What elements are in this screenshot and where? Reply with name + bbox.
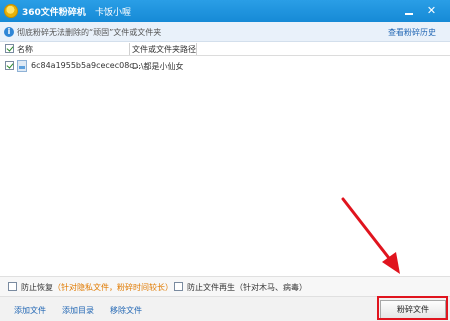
title-bar: 360文件粉碎机 卡饭小喔 ✕ (0, 0, 450, 22)
column-header-path[interactable]: 文件或文件夹路径 (132, 44, 196, 55)
add-file-link[interactable]: 添加文件 (14, 305, 46, 316)
prevent-restore-checkbox[interactable] (8, 282, 17, 291)
prevent-restore-text: 防止恢复 (21, 283, 53, 292)
info-text: 彻底粉碎无法删除的“顽固”文件或文件夹 (17, 28, 162, 37)
prevent-restore-label[interactable]: 防止恢复（针对隐私文件，粉碎时间较长） (21, 282, 173, 293)
add-directory-link[interactable]: 添加目录 (62, 305, 94, 316)
file-icon (17, 60, 27, 72)
window-title: 360文件粉碎机 卡饭小喔 (22, 5, 131, 18)
remove-file-link[interactable]: 移除文件 (110, 305, 142, 316)
annotation-highlight-box (377, 296, 448, 320)
app-title: 360文件粉碎机 (22, 8, 86, 18)
prevent-regen-label[interactable]: 防止文件再生（针对木马、病毒） (187, 282, 307, 293)
info-bar: i 彻底粉碎无法删除的“顽固”文件或文件夹 查看粉碎历史 (0, 22, 450, 42)
table-row[interactable]: 6c84a1955b5a9cecec08c... D:\都是小仙女 (0, 58, 450, 74)
info-icon: i (4, 27, 14, 37)
column-divider[interactable] (196, 43, 197, 55)
options-bar: 防止恢复（针对隐私文件，粉碎时间较长） 防止文件再生（针对木马、病毒） (0, 276, 450, 296)
close-button[interactable]: ✕ (424, 3, 439, 18)
prevent-restore-note: （针对隐私文件，粉碎时间较长） (53, 283, 173, 292)
list-header: 名称 文件或文件夹路径 (0, 42, 450, 56)
view-history-link[interactable]: 查看粉碎历史 (388, 27, 436, 38)
column-header-name[interactable]: 名称 (17, 44, 33, 55)
minimize-button[interactable] (401, 3, 416, 18)
row-checkbox[interactable] (5, 61, 14, 70)
app-logo-icon (4, 4, 18, 18)
file-name: 6c84a1955b5a9cecec08c... (31, 61, 142, 70)
select-all-checkbox[interactable] (5, 44, 14, 53)
prevent-regen-checkbox[interactable] (174, 282, 183, 291)
column-divider[interactable] (129, 43, 130, 55)
app-subtitle: 卡饭小喔 (94, 8, 131, 18)
file-path: D:\都是小仙女 (132, 62, 184, 71)
